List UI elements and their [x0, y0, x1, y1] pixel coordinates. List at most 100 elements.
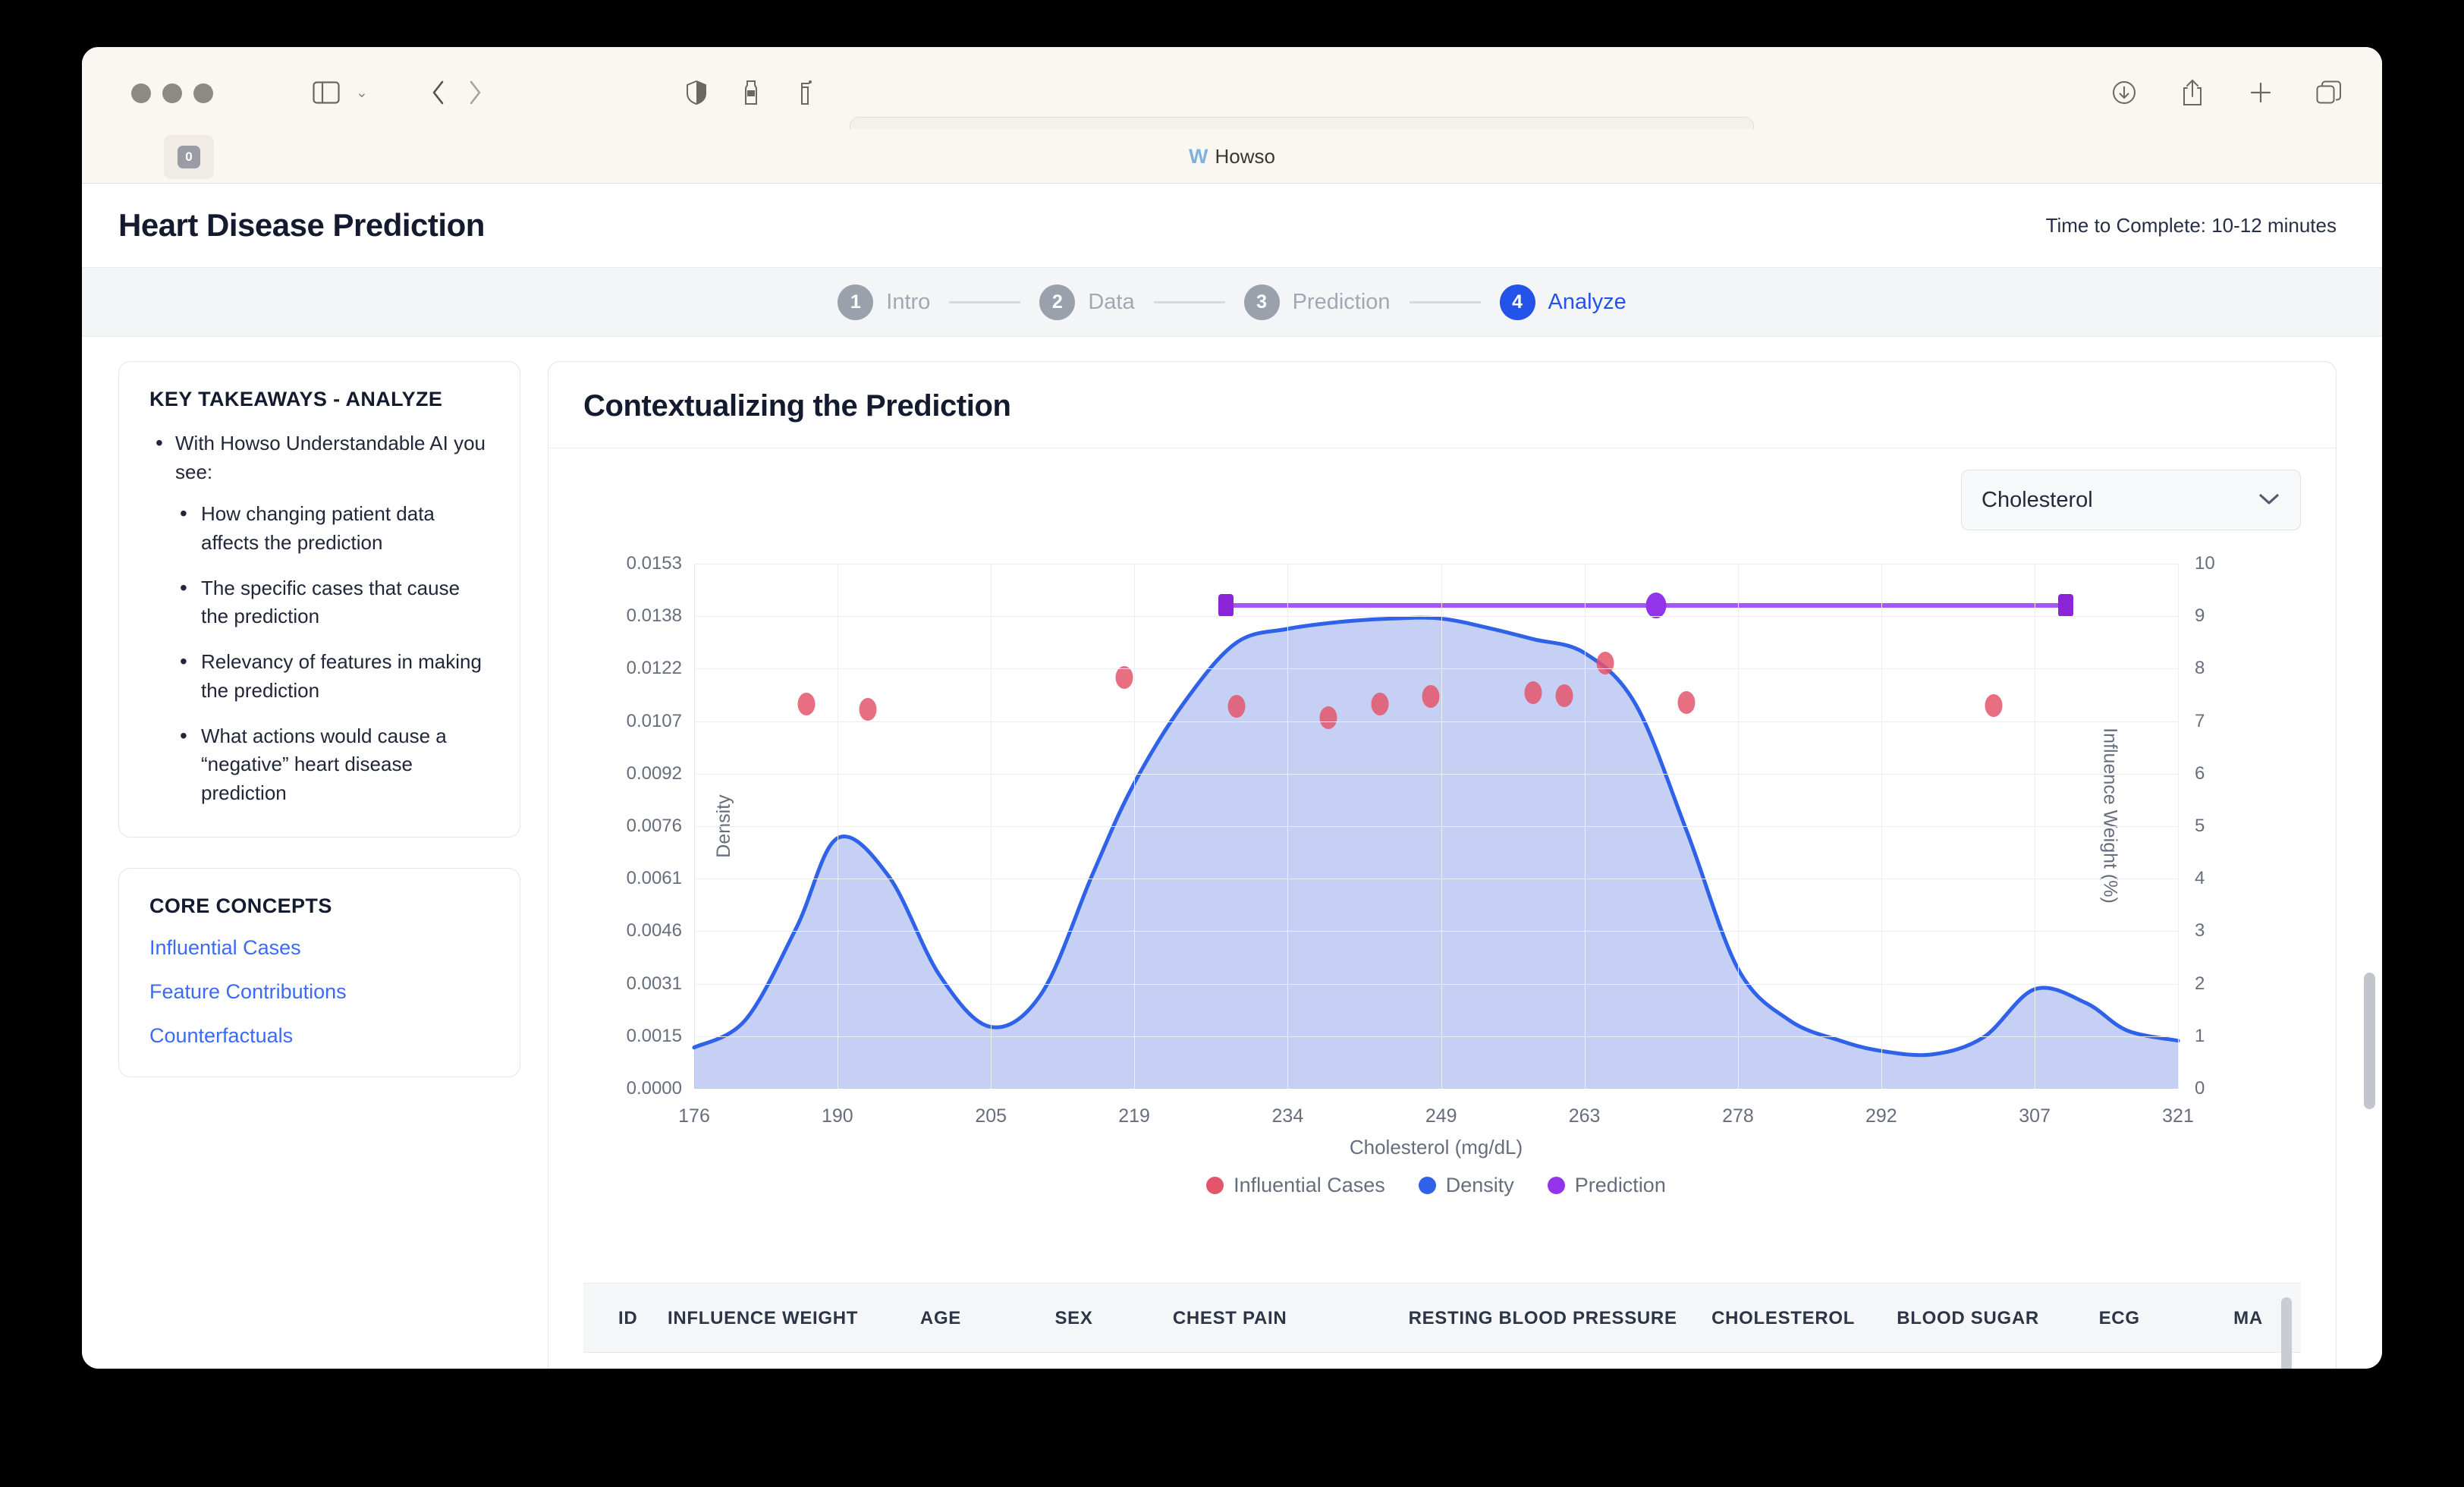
chevron-down-icon[interactable]: ⌄	[354, 76, 370, 109]
takeaway-lead: With Howso Understandable AI you see:	[175, 432, 486, 483]
influential-case-point[interactable]	[797, 692, 816, 715]
influential-case-point[interactable]	[1227, 695, 1246, 718]
gridline-horizontal	[694, 931, 2178, 932]
column-header[interactable]: SEX	[1054, 1284, 1173, 1353]
gridline-horizontal	[694, 983, 2178, 985]
step-data[interactable]: 2 Data	[1039, 284, 1135, 320]
legend-label: Influential Cases	[1234, 1174, 1385, 1196]
gridline-horizontal	[694, 668, 2178, 670]
concept-link-feature-contributions[interactable]: Feature Contributions	[149, 980, 489, 1004]
x-axis-tick: 190	[821, 1105, 853, 1127]
step-intro[interactable]: 1 Intro	[838, 284, 930, 320]
legend-item-density[interactable]: Density	[1418, 1174, 1514, 1197]
y2-axis-tick: 7	[2195, 710, 2205, 731]
step-analyze[interactable]: 4 Analyze	[1499, 284, 1626, 320]
x-axis-tick: 292	[1865, 1105, 1897, 1127]
forward-button[interactable]	[461, 76, 489, 109]
chart-legend: Influential Cases Density Prediction	[694, 1174, 2178, 1197]
gridline-horizontal	[694, 773, 2178, 775]
column-header[interactable]: ID	[583, 1284, 668, 1353]
reader-icon[interactable]	[736, 76, 766, 109]
legend-item-influential-cases[interactable]: Influential Cases	[1206, 1174, 1385, 1197]
x-axis-tick: 176	[678, 1105, 710, 1127]
concept-link-influential-cases[interactable]: Influential Cases	[149, 936, 489, 960]
new-tab-button[interactable]	[2244, 76, 2277, 109]
prediction-range-end[interactable]	[2057, 594, 2073, 618]
sidebar-toggle-icon[interactable]	[310, 76, 343, 109]
table-row[interactable]: P1N/A50 yearsmaletypical angina115 mm Hg…	[583, 1352, 2301, 1369]
y-axis-tick: 0.0015	[626, 1025, 682, 1046]
y2-axis-tick: 1	[2195, 1025, 2205, 1046]
gridline-vertical	[1441, 564, 1442, 1089]
downloads-icon[interactable]	[2107, 76, 2141, 109]
influential-case-point[interactable]	[1555, 684, 1573, 707]
step-number: 2	[1039, 284, 1076, 320]
back-button[interactable]	[425, 76, 452, 109]
step-number: 4	[1499, 284, 1535, 320]
influential-case-point[interactable]	[1677, 691, 1696, 715]
page-scrollbar[interactable]	[2364, 973, 2375, 1109]
y-axis-tick: 0.0076	[626, 816, 682, 836]
table-cell: 270 mg/dL	[1711, 1352, 1897, 1369]
column-header[interactable]: BLOOD SUGAR	[1897, 1284, 2099, 1353]
column-header[interactable]: RESTING BLOOD PRESSURE	[1408, 1284, 1712, 1353]
y2-axis-tick: 3	[2195, 920, 2205, 942]
y-axis-tick: 0.0000	[626, 1078, 682, 1099]
table-cell: 115 mm Hg	[1408, 1352, 1712, 1369]
column-header[interactable]: CHOLESTEROL	[1711, 1284, 1897, 1353]
prediction-point[interactable]	[1645, 593, 1667, 619]
tab-strip: 0 W Howso	[82, 129, 2382, 184]
table-cell: 50 years	[919, 1352, 1055, 1369]
table-header-row: ID INFLUENCE WEIGHT AGE SEX CHEST PAIN RESTIN…	[583, 1284, 2301, 1353]
key-takeaways-card: KEY TAKEAWAYS - ANALYZE With Howso Under…	[118, 361, 520, 838]
column-header[interactable]: AGE	[919, 1284, 1055, 1353]
x-axis-label: Cholesterol (mg/dL)	[1349, 1136, 1523, 1158]
influential-case-point[interactable]	[1319, 706, 1337, 729]
influential-case-point[interactable]	[1524, 681, 1542, 704]
feature-select-value: Cholesterol	[1982, 487, 2093, 512]
table-scrollbar[interactable]	[2281, 1297, 2292, 1369]
tab-overview-icon[interactable]	[2312, 76, 2346, 109]
step-prediction[interactable]: 3 Prediction	[1243, 284, 1391, 320]
time-to-complete: Time to Complete: 10-12 minutes	[2045, 213, 2337, 237]
influential-case-point[interactable]	[1371, 692, 1389, 715]
takeaway-item: How changing patient data affects the pr…	[175, 498, 489, 557]
close-window-button[interactable]	[131, 83, 151, 103]
prediction-range-start[interactable]	[1218, 594, 1234, 618]
share-icon[interactable]	[2176, 76, 2209, 109]
list-item: With Howso Understandable AI you see: Ho…	[149, 428, 489, 808]
core-concepts-card: CORE CONCEPTS Influential Cases Feature C…	[118, 867, 520, 1077]
y-axis-tick: 0.0092	[626, 762, 682, 784]
x-axis-tick: 205	[975, 1105, 1007, 1127]
maximize-window-button[interactable]	[193, 83, 213, 103]
influential-case-point[interactable]	[1115, 666, 1133, 690]
gridline-vertical	[1584, 564, 1586, 1089]
table-cell: typical angina	[1172, 1352, 1409, 1369]
key-takeaways-title: KEY TAKEAWAYS - ANALYZE	[149, 388, 443, 410]
main-header: Contextualizing the Prediction	[548, 362, 2336, 448]
browser-toolbar: ⌄ playground.howso.com/scenarios/heart-d…	[82, 47, 2382, 168]
column-header[interactable]: INFLUENCE WEIGHT	[667, 1284, 920, 1353]
sidebar: KEY TAKEAWAYS - ANALYZE With Howso Under…	[118, 361, 520, 1369]
influential-case-point[interactable]	[1422, 685, 1440, 709]
minimize-window-button[interactable]	[162, 83, 182, 103]
gridline-vertical	[2178, 564, 2179, 1089]
progress-stepper: 1 Intro 2 Data 3 Prediction 4 Analyze	[82, 267, 2382, 337]
concept-link-counterfactuals[interactable]: Counterfactuals	[149, 1024, 489, 1048]
influential-case-point[interactable]	[1596, 652, 1614, 675]
x-axis-tick: 263	[1568, 1105, 1601, 1127]
gridline-horizontal	[694, 721, 2178, 722]
column-header[interactable]: CHEST PAIN	[1172, 1284, 1409, 1353]
shield-icon[interactable]	[681, 76, 712, 109]
influential-case-point[interactable]	[1985, 693, 2003, 717]
table-cell: N/A	[667, 1352, 920, 1369]
gridline-horizontal	[694, 616, 2178, 618]
influential-case-point[interactable]	[859, 698, 877, 721]
column-header[interactable]: ECG	[2098, 1284, 2234, 1353]
legend-item-prediction[interactable]: Prediction	[1547, 1174, 1666, 1197]
main-panel: Contextualizing the Prediction Cholester…	[548, 361, 2337, 1369]
feature-select-dropdown[interactable]: Cholesterol	[1961, 470, 2301, 530]
tab-title-area: W Howso	[82, 129, 2382, 184]
privacy-spray-icon[interactable]	[789, 76, 819, 109]
toolbar-right-icons	[2107, 76, 2346, 109]
